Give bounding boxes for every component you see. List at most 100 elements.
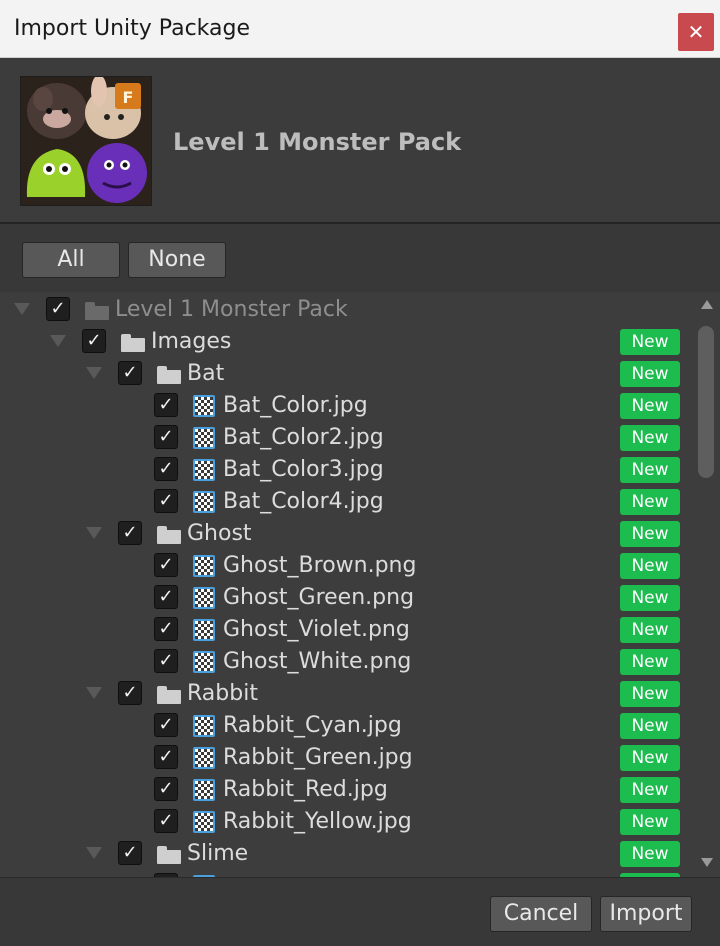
image-file-icon: [193, 619, 215, 641]
package-name: Level 1 Monster Pack: [173, 128, 462, 156]
tree-item-label: Bat_Color3.jpg: [223, 457, 384, 482]
tree-item-label: Ghost_Green.png: [223, 585, 415, 610]
item-checkbox[interactable]: ✓: [154, 649, 178, 673]
cancel-button[interactable]: Cancel: [490, 896, 592, 932]
scroll-down-icon[interactable]: [701, 858, 713, 867]
new-badge: New: [620, 585, 680, 611]
tree-item-label: Rabbit: [187, 681, 258, 706]
item-checkbox[interactable]: ✓: [154, 489, 178, 513]
tree-file-row[interactable]: ✓ Rabbit_Green.jpg New: [0, 742, 694, 774]
new-badge: New: [620, 713, 680, 739]
select-none-button[interactable]: None: [128, 242, 226, 278]
tree-folder-row[interactable]: ✓ Bat New: [0, 358, 694, 390]
new-badge: New: [620, 617, 680, 643]
tree-file-row[interactable]: ✓ Rabbit_Red.jpg New: [0, 774, 694, 806]
checkmark-icon: ✓: [158, 650, 174, 671]
expand-arrow-icon[interactable]: [86, 847, 102, 859]
new-badge: New: [620, 553, 680, 579]
close-icon: ✕: [687, 20, 705, 44]
item-checkbox[interactable]: ✓: [46, 297, 70, 321]
item-checkbox[interactable]: ✓: [154, 617, 178, 641]
tree-file-row[interactable]: ✓ Bat_Color.jpg New: [0, 390, 694, 422]
expand-arrow-icon[interactable]: [14, 303, 30, 315]
item-checkbox[interactable]: ✓: [118, 521, 142, 545]
tree-item-label: Level 1 Monster Pack: [115, 297, 348, 322]
image-file-icon: [193, 715, 215, 737]
checkmark-icon: ✓: [158, 586, 174, 607]
image-file-icon: [193, 395, 215, 417]
tree-folder-row[interactable]: ✓ Slime New: [0, 838, 694, 870]
tree-item-label: Rabbit_Yellow.jpg: [223, 809, 412, 834]
checkmark-icon: ✓: [122, 522, 138, 543]
image-file-icon: [193, 587, 215, 609]
tree-folder-row[interactable]: ✓ Level 1 Monster Pack: [0, 294, 694, 326]
image-file-icon: [193, 811, 215, 833]
import-button[interactable]: Import: [600, 896, 692, 932]
checkmark-icon: ✓: [158, 810, 174, 831]
folder-icon: [157, 846, 181, 864]
tree-file-row[interactable]: ✓ Rabbit_Cyan.jpg New: [0, 710, 694, 742]
expand-arrow-icon[interactable]: [86, 367, 102, 379]
item-checkbox[interactable]: ✓: [154, 809, 178, 833]
item-checkbox[interactable]: ✓: [154, 393, 178, 417]
tree-item-label: Slime: [187, 841, 249, 866]
image-file-icon: [193, 427, 215, 449]
expand-arrow-icon[interactable]: [86, 687, 102, 699]
checkmark-icon: ✓: [122, 362, 138, 383]
tree-folder-row[interactable]: ✓ Rabbit New: [0, 678, 694, 710]
close-button[interactable]: ✕: [678, 13, 714, 51]
folder-icon: [157, 366, 181, 384]
checkmark-icon: ✓: [122, 842, 138, 863]
tree-item-label: Rabbit_Green.jpg: [223, 745, 413, 770]
tree-file-row[interactable]: ✓ Ghost_Green.png New: [0, 582, 694, 614]
checkmark-icon: ✓: [158, 426, 174, 447]
item-checkbox[interactable]: ✓: [154, 777, 178, 801]
item-checkbox[interactable]: ✓: [154, 713, 178, 737]
checkmark-icon: ✓: [50, 298, 66, 319]
tree-file-row[interactable]: ✓ Bat_Color2.jpg New: [0, 422, 694, 454]
new-badge: New: [620, 809, 680, 835]
item-checkbox[interactable]: ✓: [82, 329, 106, 353]
item-checkbox[interactable]: ✓: [154, 425, 178, 449]
checkmark-icon: ✓: [122, 682, 138, 703]
tree-folder-row[interactable]: ✓ Ghost New: [0, 518, 694, 550]
tree-file-row[interactable]: ✓ Ghost_White.png New: [0, 646, 694, 678]
footer: Cancel Import: [0, 877, 720, 946]
tree-file-row[interactable]: ✓New: [0, 870, 694, 877]
tree-folder-row[interactable]: ✓ Images New: [0, 326, 694, 358]
item-checkbox[interactable]: ✓: [154, 457, 178, 481]
item-checkbox[interactable]: ✓: [154, 585, 178, 609]
item-checkbox[interactable]: ✓: [118, 841, 142, 865]
image-file-icon: [193, 779, 215, 801]
image-file-icon: [193, 651, 215, 673]
tree-item-label: Bat_Color.jpg: [223, 393, 368, 418]
folder-icon: [121, 334, 145, 352]
image-file-icon: [193, 747, 215, 769]
folder-icon: [157, 526, 181, 544]
image-file-icon: [193, 491, 215, 513]
scrollbar[interactable]: [694, 292, 720, 877]
expand-arrow-icon[interactable]: [86, 527, 102, 539]
folder-icon: [157, 686, 181, 704]
new-badge: New: [620, 489, 680, 515]
item-checkbox[interactable]: ✓: [154, 553, 178, 577]
tree-file-row[interactable]: ✓ Rabbit_Yellow.jpg New: [0, 806, 694, 838]
tree-item-label: Rabbit_Cyan.jpg: [223, 713, 402, 738]
select-all-button[interactable]: All: [22, 242, 120, 278]
item-checkbox[interactable]: ✓: [118, 681, 142, 705]
item-checkbox[interactable]: ✓: [154, 745, 178, 769]
expand-arrow-icon[interactable]: [50, 335, 66, 347]
scroll-up-icon[interactable]: [701, 300, 713, 309]
tree-file-row[interactable]: ✓ Bat_Color4.jpg New: [0, 486, 694, 518]
checkmark-icon: ✓: [86, 330, 102, 351]
new-badge: New: [620, 681, 680, 707]
scrollbar-thumb[interactable]: [698, 326, 714, 478]
tree-file-row[interactable]: ✓ Bat_Color3.jpg New: [0, 454, 694, 486]
tree-file-row[interactable]: ✓ Ghost_Violet.png New: [0, 614, 694, 646]
checkmark-icon: ✓: [158, 554, 174, 575]
item-checkbox[interactable]: ✓: [118, 361, 142, 385]
monster-pack-thumbnail: F: [20, 76, 152, 206]
tree-file-row[interactable]: ✓ Ghost_Brown.png New: [0, 550, 694, 582]
image-file-icon: [193, 459, 215, 481]
tree-item-label: Images: [151, 329, 232, 354]
